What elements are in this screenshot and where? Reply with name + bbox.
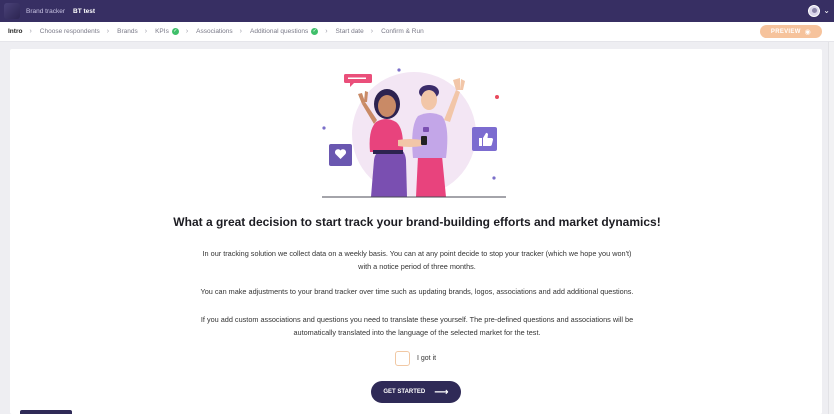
step-label: KPIs <box>155 28 169 35</box>
chevron-right-icon: › <box>106 28 110 35</box>
paragraph-line: In our tracking solution we collect data… <box>202 249 632 258</box>
decor-dot <box>492 176 496 180</box>
preview-label: PREVIEW <box>770 28 801 35</box>
chevron-right-icon: › <box>185 28 189 35</box>
got-it-checkbox[interactable] <box>395 351 410 366</box>
step-kpis[interactable]: KPIs ✓ <box>155 28 179 35</box>
paragraph-weekly: In our tracking solution we collect data… <box>0 247 834 273</box>
app-logo[interactable] <box>4 3 20 19</box>
chevron-right-icon: › <box>29 28 32 35</box>
preview-button[interactable]: PREVIEW ◉ <box>760 25 822 38</box>
brand-tracker-illustration <box>322 68 506 198</box>
chevron-down-icon[interactable]: ⌄ <box>823 6 830 15</box>
arrow-right-icon: ⟶ <box>434 386 449 398</box>
wizard-steps: Intro › Choose respondents › Brands › KP… <box>0 22 834 42</box>
woman-legs <box>371 148 407 197</box>
decor-dot <box>495 95 499 99</box>
decor-dot <box>397 68 401 72</box>
chevron-right-icon: › <box>370 28 374 35</box>
step-intro[interactable]: Intro <box>8 28 22 35</box>
step-label: Intro <box>8 28 23 35</box>
paragraph-translation: If you add custom associations and quest… <box>0 313 834 339</box>
step-label: Additional questions <box>250 28 309 35</box>
paragraph-adjustments: You can make adjustments to your brand t… <box>200 287 634 296</box>
step-start-date[interactable]: Start date <box>336 28 364 35</box>
chevron-right-icon: › <box>144 28 148 35</box>
check-icon: ✓ <box>171 28 179 35</box>
eye-icon: ◉ <box>804 28 812 36</box>
decor-dot <box>322 126 326 130</box>
got-it-label[interactable]: I got it <box>417 355 436 362</box>
paragraph-line: with a notice period of three months. <box>358 262 476 271</box>
step-associations[interactable]: Associations <box>196 28 233 35</box>
top-bar: Brand tracker BT test ⌄ <box>0 0 834 22</box>
get-started-button[interactable]: GET STARTED ⟶ <box>371 381 461 403</box>
check-icon: ✓ <box>311 28 319 35</box>
step-confirm-run[interactable]: Confirm & Run <box>381 28 424 35</box>
breadcrumb-app[interactable]: Brand tracker <box>26 8 65 15</box>
headline: What a great decision to start track you… <box>173 215 661 229</box>
step-label: Brands <box>117 28 138 35</box>
step-choose-respondents[interactable]: Choose respondents <box>40 28 100 35</box>
paragraph-line: If you add custom associations and quest… <box>200 315 634 324</box>
step-label: Confirm & Run <box>381 28 424 35</box>
step-label: Associations <box>196 28 233 35</box>
step-label: Choose respondents <box>39 28 100 35</box>
woman-face <box>378 95 396 117</box>
man-pants <box>416 156 446 197</box>
user-avatar[interactable] <box>808 5 820 17</box>
step-label: Start date <box>335 28 364 35</box>
got-it-row: I got it <box>395 351 436 366</box>
footer-tab[interactable] <box>20 410 72 414</box>
chevron-right-icon: › <box>239 28 243 35</box>
step-brands[interactable]: Brands <box>117 28 138 35</box>
breadcrumb-project: BT test <box>73 7 96 15</box>
chevron-right-icon: › <box>325 28 328 35</box>
step-additional-questions[interactable]: Additional questions ✓ <box>250 28 319 35</box>
man-face <box>421 90 437 110</box>
paragraph-line: automatically translated into the langua… <box>293 328 541 337</box>
man-shirt <box>412 113 448 158</box>
get-started-label: GET STARTED <box>383 389 426 395</box>
